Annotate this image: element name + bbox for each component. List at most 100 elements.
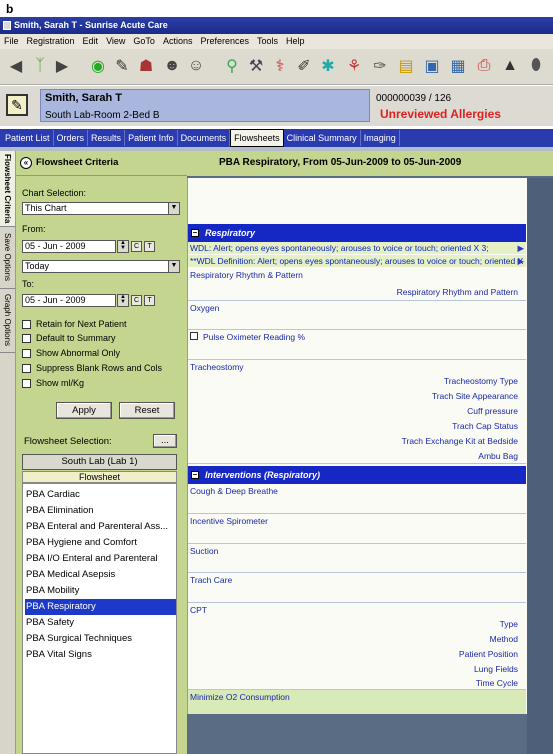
list-item[interactable]: PBA Mobility — [25, 583, 176, 599]
list-item[interactable]: PBA Hygiene and Comfort — [25, 535, 176, 551]
pencil-icon[interactable]: ✐ — [294, 56, 314, 76]
row-cpt[interactable]: CPT Type Method Patient Position Lung Fi… — [188, 603, 526, 690]
star-icon[interactable]: ✱ — [318, 56, 338, 76]
wdl-definition-row[interactable]: **WDL Definition: Alert; opens eyes spon… — [188, 255, 526, 267]
refresh-icon[interactable]: ◉ — [88, 56, 108, 76]
list-item[interactable]: PBA Enteral and Parenteral Ass... — [25, 519, 176, 535]
checkbox-show-mlkg[interactable]: Show ml/Kg — [22, 377, 84, 389]
group-icon[interactable]: ☻ — [162, 56, 182, 76]
expand-arrow-icon[interactable]: ▶ — [517, 255, 524, 267]
list-item[interactable]: PBA Elimination — [25, 503, 176, 519]
row-tracheostomy[interactable]: Tracheostomy Tracheostomy Type Trach Sit… — [188, 360, 526, 464]
checkbox[interactable] — [22, 348, 31, 358]
checkbox[interactable] — [22, 378, 31, 388]
tab-patient-list[interactable]: Patient List — [2, 130, 54, 146]
menu-edit[interactable]: Edit — [79, 34, 103, 49]
menu-view[interactable]: View — [102, 34, 129, 49]
reset-button[interactable]: Reset — [119, 402, 175, 419]
tab-flowsheets[interactable]: Flowsheets — [230, 129, 284, 147]
allergy-status[interactable]: Unreviewed Allergies — [380, 107, 501, 121]
side-tab-graph-options[interactable]: Graph Options — [0, 289, 15, 353]
from-c-button[interactable]: C — [131, 241, 142, 252]
list-item[interactable]: PBA Cardiac — [25, 487, 176, 503]
side-tab-flowsheet-criteria[interactable]: Flowsheet Criteria — [0, 151, 15, 227]
list-item[interactable]: PBA Vital Signs — [25, 647, 176, 663]
from-t-button[interactable]: T — [144, 241, 155, 252]
row-spirometer[interactable]: Incentive Spirometer — [188, 514, 526, 544]
section-respiratory[interactable]: – Respiratory — [188, 224, 526, 242]
forward-arrow-icon[interactable]: ▶ — [52, 56, 72, 76]
tab-patient-info[interactable]: Patient Info — [125, 130, 178, 146]
collapse-chevron-icon[interactable]: « — [20, 157, 32, 169]
from-date-field[interactable]: 05 - Jun - 2009 — [22, 240, 116, 253]
row-oxygen[interactable]: Oxygen — [188, 301, 526, 330]
list-item[interactable]: PBA Surgical Techniques — [25, 631, 176, 647]
list-item-selected[interactable]: PBA Respiratory — [25, 599, 176, 615]
tab-clinical-summary[interactable]: Clinical Summary — [284, 130, 361, 146]
back-arrow-icon[interactable]: ◀ — [6, 56, 26, 76]
collapse-icon[interactable]: – — [191, 229, 199, 237]
patient-list-icon[interactable]: ☗ — [136, 56, 156, 76]
from-relative-dropdown[interactable]: Today ▼ — [22, 260, 180, 273]
row-cough[interactable]: Cough & Deep Breathe — [188, 484, 526, 514]
checkbox[interactable] — [190, 332, 198, 340]
checkbox[interactable] — [22, 319, 31, 329]
flowsheet-more-button[interactable]: ... — [153, 434, 177, 448]
caduceus-icon[interactable]: ⚕ — [270, 56, 290, 76]
search-icon[interactable]: ⚲ — [222, 56, 242, 76]
to-c-button[interactable]: C — [131, 295, 142, 306]
figure-icon[interactable]: ⚘ — [344, 56, 364, 76]
grid-scroll-area[interactable] — [527, 178, 553, 754]
checkbox-suppress-blank[interactable]: Suppress Blank Rows and Cols — [22, 362, 162, 374]
row-rhythm[interactable]: Respiratory Rhythm & Pattern Respiratory… — [188, 268, 526, 301]
checkbox-default-summary[interactable]: Default to Summary — [22, 332, 116, 344]
menu-file[interactable]: File — [0, 34, 23, 49]
chart-icon[interactable]: ▤ — [396, 56, 416, 76]
expand-arrow-icon[interactable]: ▶ — [517, 242, 524, 254]
wdl-row[interactable]: WDL: Alert; opens eyes spontaneously; ar… — [188, 242, 526, 254]
row-trach-care[interactable]: Trach Care — [188, 573, 526, 603]
menu-help[interactable]: Help — [282, 34, 309, 49]
tab-orders[interactable]: Orders — [54, 130, 89, 146]
side-tab-save-options[interactable]: Save Options — [0, 227, 15, 289]
row-suction[interactable]: Suction — [188, 544, 526, 573]
to-t-button[interactable]: T — [144, 295, 155, 306]
patient-chart-icon[interactable]: ✎ — [6, 94, 28, 116]
section-interventions[interactable]: – Interventions (Respiratory) — [188, 466, 526, 484]
menu-registration[interactable]: Registration — [23, 34, 79, 49]
clipboard-icon[interactable]: ▦ — [448, 56, 468, 76]
warning-icon[interactable]: ▲ — [500, 56, 520, 76]
pill-icon[interactable]: ⬮ — [526, 56, 546, 76]
list-item[interactable]: PBA Safety — [25, 615, 176, 631]
menu-tools[interactable]: Tools — [253, 34, 282, 49]
row-minimize-o2[interactable]: Minimize O2 Consumption — [188, 690, 526, 714]
checkbox[interactable] — [22, 333, 31, 343]
list-item[interactable]: PBA I/O Enteral and Parenteral — [25, 551, 176, 567]
menu-actions[interactable]: Actions — [159, 34, 197, 49]
menu-preferences[interactable]: Preferences — [196, 34, 253, 49]
apply-button[interactable]: Apply — [56, 402, 112, 419]
menu-goto[interactable]: GoTo — [129, 34, 159, 49]
list-item[interactable]: PBA Medical Asepsis — [25, 567, 176, 583]
chevron-down-icon[interactable]: ▼ — [168, 203, 179, 214]
checkbox-abnormal-only[interactable]: Show Abnormal Only — [22, 347, 120, 359]
chart-selection-dropdown[interactable]: This Chart ▼ — [22, 202, 180, 215]
edit-orders-icon[interactable]: ✎ — [112, 56, 132, 76]
monitor-icon[interactable]: ▣ — [422, 56, 442, 76]
tab-documents[interactable]: Documents — [178, 130, 231, 146]
lab-button[interactable]: South Lab (Lab 1) — [22, 454, 177, 470]
chevron-down-icon[interactable]: ▼ — [168, 261, 179, 272]
row-pulse-ox[interactable]: Pulse Oximeter Reading % — [188, 330, 526, 360]
to-date-spinner[interactable]: ▲ ▼ — [117, 294, 129, 307]
to-date-field[interactable]: 05 - Jun - 2009 — [22, 294, 116, 307]
checkbox[interactable] — [22, 363, 31, 373]
from-date-spinner[interactable]: ▲ ▼ — [117, 240, 129, 253]
collapse-icon[interactable]: – — [191, 471, 199, 479]
tools-icon[interactable]: ⚒ — [246, 56, 266, 76]
syringe-icon[interactable]: ✑ — [370, 56, 390, 76]
tab-imaging[interactable]: Imaging — [361, 130, 400, 146]
print-icon[interactable]: ⎙ — [474, 56, 494, 76]
vitals-icon[interactable]: ☺ — [186, 56, 206, 76]
people-icon[interactable]: ᛉ — [30, 56, 50, 76]
tab-results[interactable]: Results — [88, 130, 126, 146]
